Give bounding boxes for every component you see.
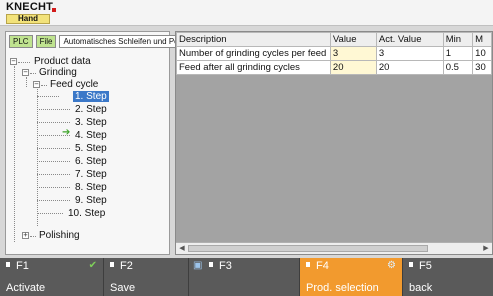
tree-connector [14, 66, 15, 242]
tree-node-step-6[interactable]: 6. Step [73, 156, 109, 167]
tree-connector [30, 236, 36, 237]
mode-indicator: Hand [6, 14, 50, 24]
table-row[interactable]: Feed after all grinding cycles 20 20 0.5… [176, 60, 492, 75]
cell-min: 1 [442, 46, 474, 61]
arrow-right-icon: ➔ [62, 127, 71, 138]
key-label: back [409, 282, 433, 294]
tree-connector [37, 96, 59, 97]
tree-node-step-3[interactable]: 3. Step [73, 117, 109, 128]
key-number: F2 [120, 260, 133, 272]
tree-connector [18, 62, 30, 63]
tree-connector [37, 161, 70, 162]
key-marker-icon [209, 262, 213, 267]
tree-connector [30, 73, 36, 74]
tree-connector [37, 200, 70, 201]
key-marker-icon [6, 262, 10, 267]
tree-node-step-8[interactable]: 8. Step [73, 182, 109, 193]
collapse-icon[interactable]: − [10, 58, 17, 65]
tree-node-polishing[interactable]: Polishing [39, 230, 80, 241]
key-marker-icon [306, 262, 310, 267]
tree-node-step-4[interactable]: 4. Step [73, 130, 109, 141]
tree-connector [41, 85, 47, 86]
cell-act-value: 3 [375, 46, 444, 61]
key-number: F1 [16, 260, 29, 272]
tree-connector [37, 148, 70, 149]
filter-file[interactable]: File [35, 35, 57, 48]
filter-plc[interactable]: PLC [9, 35, 33, 48]
scrollbar-thumb[interactable] [188, 245, 428, 252]
tree-connector [26, 77, 27, 87]
f3-button[interactable]: ▣ F3 [189, 258, 300, 296]
tree-connector [37, 109, 70, 110]
check-icon: ✔ [88, 260, 97, 271]
cell-value[interactable]: 3 [329, 46, 377, 61]
key-number: F4 [316, 260, 329, 272]
key-marker-icon [110, 262, 114, 267]
tree-connector [37, 122, 70, 123]
cell-max: 10 [472, 46, 492, 61]
key-number: F5 [419, 260, 432, 272]
tree-connector [37, 174, 70, 175]
key-label: Activate [6, 282, 46, 294]
column-header-min[interactable]: Min [442, 32, 474, 47]
expand-icon[interactable]: + [22, 232, 29, 239]
filter-bar: PLC File Automatisches Schleifen und Pol… [9, 35, 203, 49]
scroll-left-icon[interactable]: ◀ [177, 243, 187, 254]
f5-back-button[interactable]: F5 back [403, 258, 493, 296]
tree-node-step-7[interactable]: 7. Step [73, 169, 109, 180]
logo: KNECHT [6, 1, 54, 13]
key-marker-icon [409, 262, 413, 267]
product-tree: − Product data − Grinding − Feed cycle ➔… [6, 54, 169, 254]
key-number: F3 [219, 260, 232, 272]
column-header-description[interactable]: Description [176, 32, 331, 47]
parameter-table: Description Value Act. Value Min M Numbe… [176, 32, 492, 75]
key-label: Prod. selection [306, 282, 379, 294]
scroll-right-icon[interactable]: ▶ [481, 243, 491, 254]
tree-connector [37, 135, 70, 136]
column-header-max[interactable]: M [472, 32, 492, 47]
tree-connector [37, 187, 70, 188]
product-tree-panel: PLC File Automatisches Schleifen und Pol… [5, 31, 203, 255]
tree-node-step-10[interactable]: 10. Step [66, 208, 107, 219]
tree-node-step-2[interactable]: 2. Step [73, 104, 109, 115]
tree-node-feed-cycle[interactable]: Feed cycle [50, 79, 98, 90]
disk-icon: ▣ [193, 260, 203, 271]
table-header-row: Description Value Act. Value Min M [176, 32, 492, 47]
f1-activate-button[interactable]: F1 ✔ Activate [0, 258, 104, 296]
f4-prod-selection-button[interactable]: F4 ⚙ Prod. selection [300, 258, 403, 296]
logo-dot [52, 8, 56, 12]
cell-max: 30 [472, 60, 492, 75]
tree-node-step-5[interactable]: 5. Step [73, 143, 109, 154]
header-bar: KNECHT Hand [0, 0, 493, 26]
collapse-icon[interactable]: − [33, 81, 40, 88]
column-header-act-value[interactable]: Act. Value [375, 32, 444, 47]
table-row[interactable]: Number of grinding cycles per feed 3 3 1… [176, 46, 492, 61]
cell-value[interactable]: 20 [329, 60, 377, 75]
key-label: Save [110, 282, 136, 294]
cell-min: 0.5 [442, 60, 474, 75]
function-key-bar: F1 ✔ Activate F2 Save ▣ F3 F4 ⚙ Prod. se… [0, 258, 493, 296]
cell-act-value: 20 [375, 60, 444, 75]
horizontal-scrollbar[interactable]: ◀ ▶ [176, 242, 492, 254]
tree-node-step-1[interactable]: 1. Step [73, 91, 109, 102]
tree-node-grinding[interactable]: Grinding [39, 67, 77, 78]
gear-icon: ⚙ [387, 260, 396, 271]
f2-save-button[interactable]: F2 Save [104, 258, 189, 296]
cell-description: Number of grinding cycles per feed [176, 46, 331, 61]
tree-node-step-9[interactable]: 9. Step [73, 195, 109, 206]
parameter-grid: Description Value Act. Value Min M Numbe… [175, 31, 493, 255]
cell-description: Feed after all grinding cycles [176, 60, 331, 75]
tree-connector [37, 213, 63, 214]
tree-node-product-data[interactable]: Product data [34, 56, 91, 67]
column-header-value[interactable]: Value [329, 32, 377, 47]
collapse-icon[interactable]: − [22, 69, 29, 76]
